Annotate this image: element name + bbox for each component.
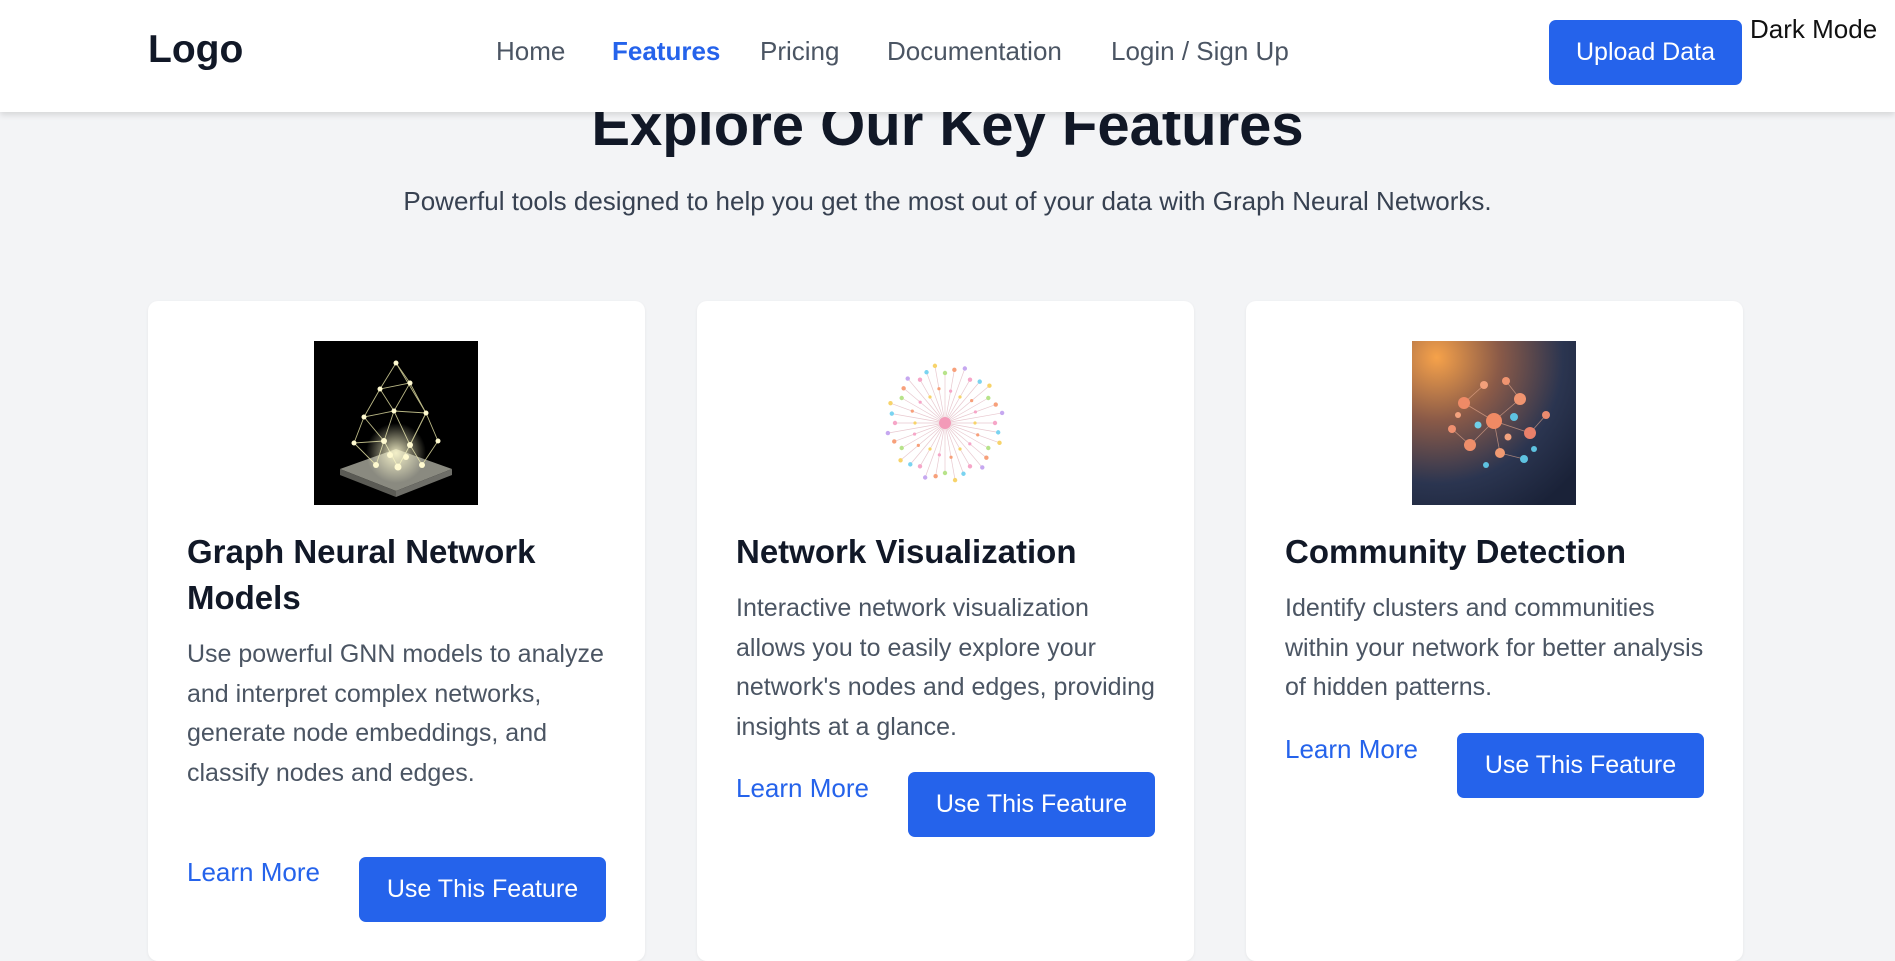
upload-data-button[interactable]: Upload Data <box>1549 20 1742 85</box>
feature-title: Graph Neural Network Models <box>187 533 536 616</box>
node-cluster-icon <box>1412 341 1576 505</box>
site-logo[interactable]: Logo <box>148 28 243 72</box>
feature-description: Use powerful GNN models to analyze and i… <box>187 640 604 787</box>
feature-card-gnn-models: Graph Neural Network Models Use powerful… <box>148 301 645 961</box>
feature-title: Network Visualization <box>736 533 1077 570</box>
use-feature-button[interactable]: Use This Feature <box>908 772 1155 837</box>
nav-link-features[interactable]: Features <box>612 36 720 67</box>
dark-mode-toggle[interactable]: Dark Mode <box>1750 14 1877 45</box>
feature-title: Community Detection <box>1285 533 1627 570</box>
page-subtitle: Powerful tools designed to help you get … <box>403 186 1492 216</box>
learn-more-link[interactable]: Learn More <box>1285 734 1418 765</box>
radial-network-icon <box>863 341 1027 505</box>
learn-more-link[interactable]: Learn More <box>736 773 869 804</box>
top-navbar: Logo Home Features Pricing Documentation… <box>0 0 1895 112</box>
nav-link-documentation[interactable]: Documentation <box>887 36 1062 67</box>
glowing-graph-network-icon <box>314 341 478 505</box>
feature-description: Interactive network visualization allows… <box>736 594 1155 741</box>
feature-card-community-detection: Community Detection Identify clusters an… <box>1246 301 1743 961</box>
use-feature-button[interactable]: Use This Feature <box>359 857 606 922</box>
nav-link-pricing[interactable]: Pricing <box>760 36 839 67</box>
feature-description: Identify clusters and communities within… <box>1285 594 1704 701</box>
nav-link-home[interactable]: Home <box>496 36 565 67</box>
learn-more-link[interactable]: Learn More <box>187 857 320 888</box>
nav-link-login-signup[interactable]: Login / Sign Up <box>1111 36 1289 67</box>
use-feature-button[interactable]: Use This Feature <box>1457 733 1704 798</box>
feature-card-network-visualization: Network Visualization Interactive networ… <box>697 301 1194 961</box>
